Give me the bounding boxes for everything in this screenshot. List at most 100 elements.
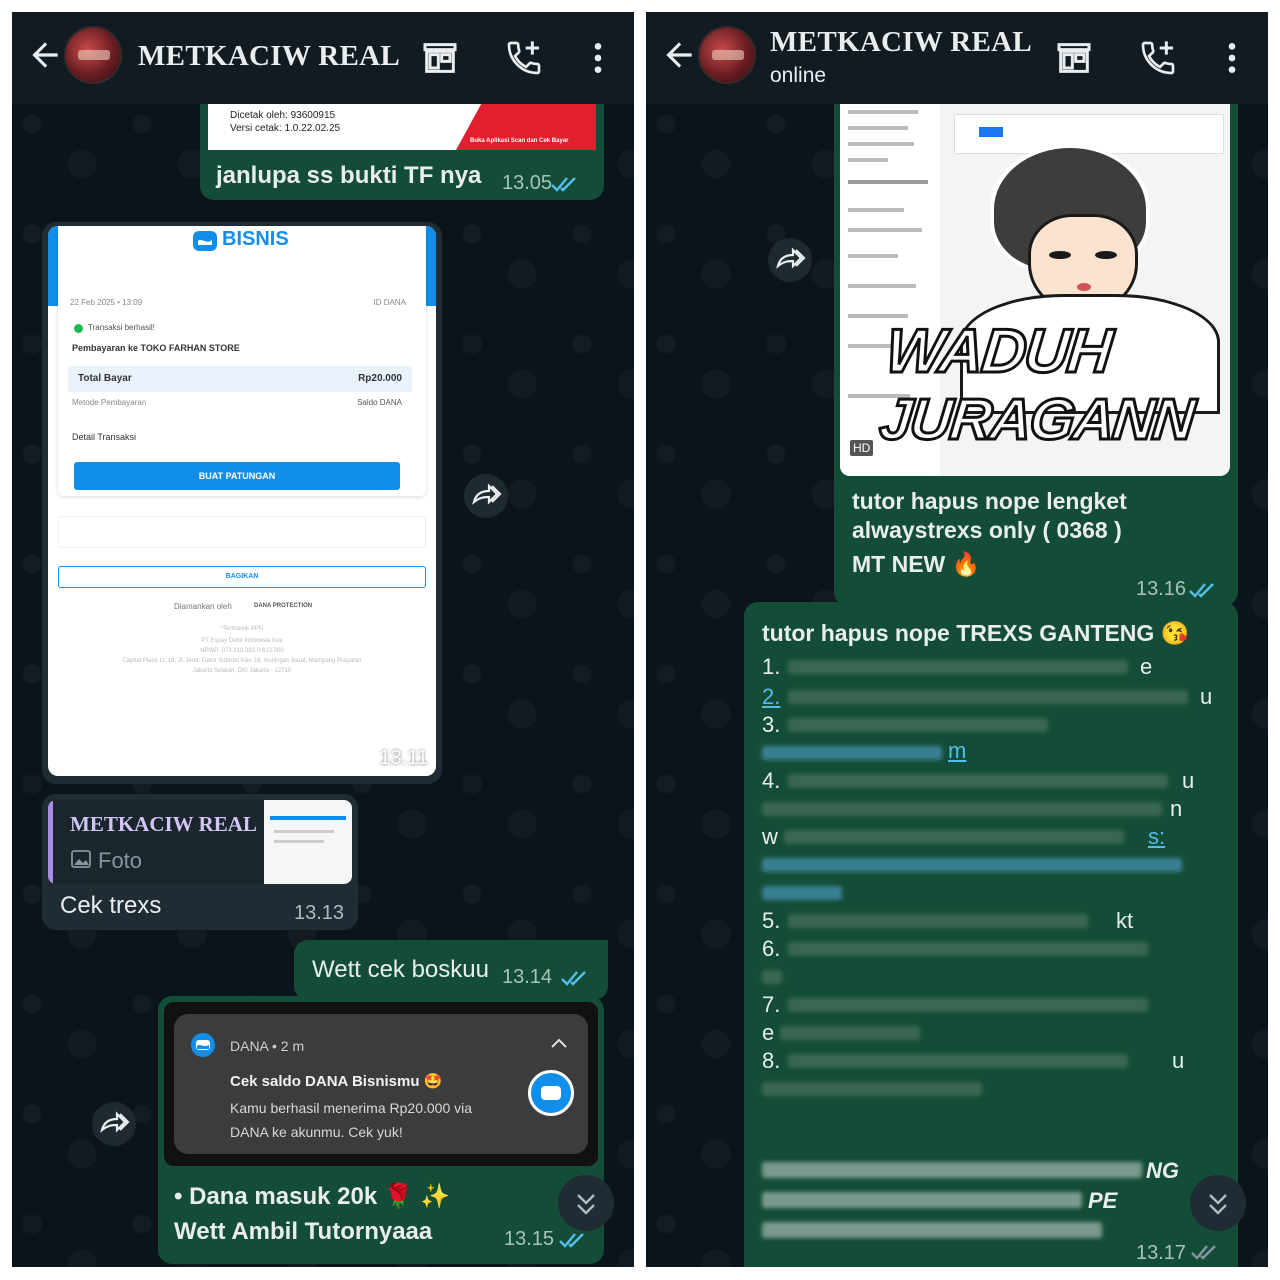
- double-check-icon: [1189, 583, 1214, 598]
- receipt-image-top[interactable]: Dicetak oleh: 93600915 Versi cetak: 1.0.…: [208, 104, 596, 150]
- message-wett-cek[interactable]: Wett cek boskuu 13.14: [294, 940, 608, 1000]
- quoted-message[interactable]: METKACIW REAL Foto: [48, 800, 352, 884]
- buat-patungan-button[interactable]: BUAT PATUNGAN: [74, 462, 400, 490]
- dana-brand: BISNIS: [222, 228, 289, 250]
- message-time: 13.16: [1136, 578, 1187, 600]
- blurred-link[interactable]: [762, 858, 1182, 872]
- blurred-fragment: PE: [1088, 1188, 1118, 1213]
- caption-line-1: tutor hapus nope lengket: [852, 488, 1127, 514]
- scroll-down-icon: [577, 1194, 595, 1215]
- receipt-version: Versi cetak: 1.0.22.02.25: [230, 123, 341, 134]
- contact-name[interactable]: METKACIW REAL: [770, 26, 1032, 59]
- blurred-text: [788, 998, 1148, 1012]
- scroll-down-icon: [1209, 1194, 1227, 1215]
- thumb-line: [270, 816, 346, 820]
- footer-address: Capital Place Lt. 18, Jl. Jend. Gatot Su…: [122, 658, 362, 664]
- store-icon[interactable]: [1054, 38, 1094, 78]
- quote-bar: [48, 800, 53, 884]
- blurred-fragment[interactable]: s:: [1148, 824, 1165, 850]
- list-line: [848, 110, 918, 114]
- message-line-2: Wett Ambil Tutornyaaa: [174, 1218, 433, 1245]
- blurred-text: [788, 774, 1168, 788]
- notif-app: DANA • 2 m: [230, 1038, 305, 1054]
- blurred-fragment: e: [762, 1020, 775, 1045]
- more-vert-icon[interactable]: [1212, 38, 1252, 78]
- blurred-fragment: u: [1172, 1048, 1185, 1073]
- protection-label: DANA PROTECTION: [254, 603, 313, 609]
- step-3-number: 3.: [762, 712, 781, 737]
- blurred-text: [788, 942, 1148, 956]
- notification-card: DANA • 2 m Cek saldo DANA Bisnismu 🤩 Kam…: [174, 1014, 588, 1154]
- chat-screen-left: METKACIW REAL Dicetak oleh: 93600915 Ver…: [12, 12, 634, 1267]
- message-dana-receipt[interactable]: BISNIS 22 Feb 2025 • 13:09 ID DANA Trans…: [42, 222, 442, 784]
- double-check-icon: [561, 971, 586, 986]
- forward-button[interactable]: [92, 1102, 136, 1146]
- detail-label[interactable]: Detail Transaksi: [72, 432, 136, 442]
- message-dana-masuk[interactable]: DANA • 2 m Cek saldo DANA Bisnismu 🤩 Kam…: [158, 996, 604, 1264]
- blurred-fragment: e: [1140, 654, 1153, 679]
- avatar[interactable]: [64, 26, 122, 84]
- image-icon: [71, 850, 91, 868]
- hd-badge: HD: [850, 440, 874, 456]
- double-check-icon: [559, 1233, 584, 1248]
- message-janlupa[interactable]: Dicetak oleh: 93600915 Versi cetak: 1.0.…: [200, 104, 604, 200]
- message-sticker-tutor[interactable]: WADUH JURAGANN HD tutor hapus nope lengk…: [834, 104, 1238, 606]
- blurred-text: [762, 1222, 1102, 1238]
- message-time: 13.15: [504, 1228, 555, 1250]
- forward-button[interactable]: [464, 474, 508, 518]
- blurred-fragment: NG: [1146, 1158, 1179, 1183]
- add-call-icon[interactable]: [504, 38, 544, 78]
- blurred-text: [788, 660, 1128, 674]
- list-line: [848, 284, 916, 288]
- blurred-text: [762, 1082, 982, 1096]
- message-time: 13.14: [502, 966, 553, 988]
- total-value: Rp20.000: [358, 373, 402, 384]
- blurred-fragment: w: [762, 824, 778, 849]
- back-arrow-icon[interactable]: [660, 36, 698, 74]
- dana-logo-icon: [193, 231, 217, 251]
- blurred-text: [762, 802, 1162, 816]
- more-vert-icon[interactable]: [578, 38, 618, 78]
- blurred-link[interactable]: [762, 746, 942, 760]
- avatar[interactable]: [698, 26, 756, 84]
- dana-receipt-image[interactable]: BISNIS 22 Feb 2025 • 13:09 ID DANA Trans…: [48, 226, 436, 776]
- message-text: janlupa ss bukti TF nya: [216, 162, 482, 189]
- bagikan-button[interactable]: BAGIKAN: [58, 566, 426, 588]
- back-arrow-icon[interactable]: [26, 36, 64, 74]
- quote-author: METKACIW REAL: [70, 812, 257, 836]
- thumb-line: [274, 830, 334, 833]
- screenshot-image[interactable]: WADUH JURAGANN HD: [840, 104, 1230, 476]
- message-text: Cek trexs: [60, 892, 162, 919]
- forward-button[interactable]: [768, 238, 812, 282]
- blurred-text: [788, 914, 1088, 928]
- notif-body-2: DANA ke akunmu. Cek yuk!: [230, 1124, 403, 1140]
- chat-header: METKACIW REAL online: [646, 12, 1268, 104]
- message-time: 13.05: [502, 172, 553, 194]
- caption-line-3: MT NEW 🔥: [852, 551, 981, 577]
- store-icon[interactable]: [420, 38, 460, 78]
- blurred-fragment[interactable]: m: [948, 738, 966, 764]
- double-check-icon: [551, 177, 576, 192]
- blurred-fragment: u: [1200, 684, 1213, 709]
- contact-name[interactable]: METKACIW REAL: [138, 40, 400, 73]
- chat-header: METKACIW REAL: [12, 12, 634, 104]
- add-call-icon[interactable]: [1138, 38, 1178, 78]
- blurred-text: [788, 690, 1188, 704]
- blurred-text: [788, 1054, 1128, 1068]
- double-check-icon: [1191, 1245, 1216, 1260]
- message-tutor-steps[interactable]: tutor hapus nope TREXS GANTENG 😘 1. e 2.…: [744, 602, 1238, 1267]
- scroll-down-button[interactable]: [1190, 1175, 1246, 1231]
- blurred-link[interactable]: [762, 886, 842, 900]
- list-line: [848, 126, 908, 130]
- step-5-number: 5.: [762, 908, 781, 933]
- scroll-down-button[interactable]: [558, 1175, 614, 1231]
- secured-label: Diamankan oleh: [174, 602, 232, 611]
- blurred-text: [780, 1026, 920, 1040]
- receipt-date: 22 Feb 2025 • 13:09: [70, 298, 143, 307]
- message-cek-trexs[interactable]: METKACIW REAL Foto Cek trexs 13.13: [42, 794, 358, 930]
- notification-screenshot[interactable]: DANA • 2 m Cek saldo DANA Bisnismu 🤩 Kam…: [164, 1002, 598, 1166]
- blurred-text: [762, 1192, 1082, 1208]
- sticker-eye: [1095, 251, 1117, 259]
- step-2-number[interactable]: 2.: [762, 684, 780, 710]
- message-line-1: • Dana masuk 20k 🌹 ✨: [174, 1183, 451, 1210]
